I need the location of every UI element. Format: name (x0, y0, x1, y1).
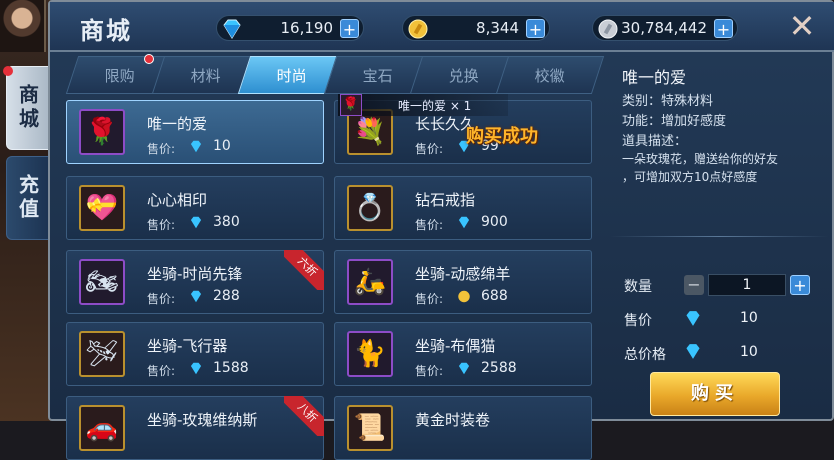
ring-icon: 💍 (347, 185, 393, 231)
motorcycle-icon: 🏍 (79, 259, 125, 305)
price-value: 1588 (213, 360, 249, 376)
gold-coin-icon (458, 290, 470, 303)
price-label: 售价: (147, 142, 176, 156)
diamond-icon (190, 140, 202, 153)
scroll-icon: 📜 (347, 405, 393, 451)
shop-item[interactable]: 🏍 坐骑-时尚先锋 售价: 288 六折 (66, 250, 324, 314)
page-title: 商城 (80, 17, 132, 45)
purchase-success-text: 购买成功 (466, 126, 538, 147)
side-nav: 商城 充值 (6, 66, 50, 246)
item-name: 黄金时装卷 (415, 411, 491, 429)
tab-badges[interactable]: 校徽 (495, 56, 605, 94)
item-name: 坐骑-动感绵羊 (415, 265, 511, 283)
price-value: 688 (481, 288, 508, 304)
shop-item[interactable]: 🛵 坐骑-动感绵羊 售价: 688 (334, 250, 592, 314)
add-silver-button[interactable]: + (714, 19, 733, 39)
price-value: 380 (213, 214, 240, 230)
detail-function: 功能：增加好感度 (622, 114, 727, 129)
diamond-icon (190, 216, 202, 229)
shop-item[interactable]: 💍 钻石戒指 售价: 900 (334, 176, 592, 240)
item-grid: 🌹 唯一的爱 售价: 10 💐 长长久久 售价: 99 💝 心心相印 售价: 3… (66, 100, 600, 460)
currency-diamond: 16,190 + (216, 15, 364, 41)
shop-item[interactable]: 💝 心心相印 售价: 380 (66, 176, 324, 240)
silver-amount: 30,784,442 (621, 19, 707, 37)
buy-button[interactable]: 购买 (650, 372, 780, 416)
detail-category: 类别：特殊材料 (622, 94, 714, 109)
detail-item-name: 唯一的爱 (622, 68, 687, 87)
discount-badge: 八折 (284, 396, 324, 436)
shop-item[interactable]: 🚗 坐骑-玫瑰维纳斯 八折 (66, 396, 324, 460)
diamond-icon (190, 290, 202, 303)
increase-quantity-button[interactable]: + (790, 275, 810, 295)
acquired-item-toast: 🌹 唯一的爱 × 1 (338, 94, 508, 116)
quantity-input[interactable]: 1 (708, 274, 786, 296)
diamond-icon (686, 344, 700, 359)
price-label: 售价: (147, 364, 176, 378)
diamond-icon (190, 362, 202, 375)
detail-desc-title: 道具描述： (622, 134, 688, 149)
total-price-value: 10 (740, 344, 758, 360)
diamond-icon (686, 311, 700, 326)
diamond-amount: 16,190 (280, 19, 334, 37)
player-avatar[interactable] (0, 0, 46, 52)
divider (610, 236, 828, 237)
gold-amount: 8,344 (476, 19, 519, 37)
side-tab-recharge[interactable]: 充值 (6, 156, 50, 240)
shop-item[interactable]: 🌹 唯一的爱 售价: 10 (66, 100, 324, 164)
item-name: 唯一的爱 (147, 115, 208, 133)
price-label: 售价: (147, 218, 176, 232)
detail-description: 一朵玫瑰花，赠送给你的好友 ，可增加双方10点好感度 (622, 152, 779, 184)
rose-icon: 🌹 (340, 94, 362, 116)
diamond-icon (223, 19, 241, 39)
discount-badge: 六折 (284, 250, 324, 290)
add-diamond-button[interactable]: + (340, 19, 359, 39)
diamond-icon (458, 362, 470, 375)
quantity-label: 数量 (624, 279, 652, 295)
item-name: 心心相印 (147, 191, 208, 209)
unit-price-value: 10 (740, 310, 758, 326)
decrease-quantity-button[interactable]: − (684, 275, 704, 295)
toast-text: 唯一的爱 × 1 (398, 99, 472, 113)
price-value: 288 (213, 288, 240, 304)
price-value: 2588 (481, 360, 517, 376)
price-label: 售价: (415, 218, 444, 232)
price-label: 售价: (415, 142, 444, 156)
rose-icon: 🌹 (79, 109, 125, 155)
scooter-icon: 🛵 (347, 259, 393, 305)
silver-coin-icon (598, 19, 618, 39)
close-icon[interactable]: ✕ (780, 6, 824, 46)
gold-coin-icon (408, 19, 428, 39)
notification-dot (144, 54, 154, 64)
item-name: 坐骑-布偶猫 (415, 337, 496, 355)
item-name: 坐骑-时尚先锋 (147, 265, 243, 283)
total-price-label: 总价格 (624, 347, 666, 363)
price-label: 售价: (147, 292, 176, 306)
price-label: 售价: (415, 292, 444, 306)
side-tab-shop[interactable]: 商城 (6, 66, 50, 150)
cat-icon: 🐈 (347, 331, 393, 377)
item-name: 坐骑-飞行器 (147, 337, 228, 355)
price-value: 900 (481, 214, 508, 230)
unit-price-label: 售价 (624, 313, 652, 329)
car-icon: 🚗 (79, 405, 125, 451)
shop-item[interactable]: 🛩 坐骑-飞行器 售价: 1588 (66, 322, 324, 386)
shop-item[interactable]: 🐈 坐骑-布偶猫 售价: 2588 (334, 322, 592, 386)
price-label: 售价: (415, 364, 444, 378)
add-gold-button[interactable]: + (526, 19, 545, 39)
notification-dot (3, 66, 13, 76)
item-name: 坐骑-玫瑰维纳斯 (147, 411, 258, 429)
price-value: 10 (213, 138, 231, 154)
item-name: 钻石戒指 (415, 191, 476, 209)
currency-silver: 30,784,442 + (592, 15, 738, 41)
diamond-icon (458, 216, 470, 229)
category-tabs: 限购 材料 时尚 宝石 兑换 校徽 (62, 56, 605, 96)
item-detail-panel: 唯一的爱 类别：特殊材料 功能：增加好感度 道具描述： 一朵玫瑰花，赠送给你的好… (610, 56, 828, 421)
shop-item[interactable]: 📜 黄金时装卷 (334, 396, 592, 460)
aircraft-icon: 🛩 (79, 331, 125, 377)
currency-gold: 8,344 + (402, 15, 550, 41)
heart-box-icon: 💝 (79, 185, 125, 231)
